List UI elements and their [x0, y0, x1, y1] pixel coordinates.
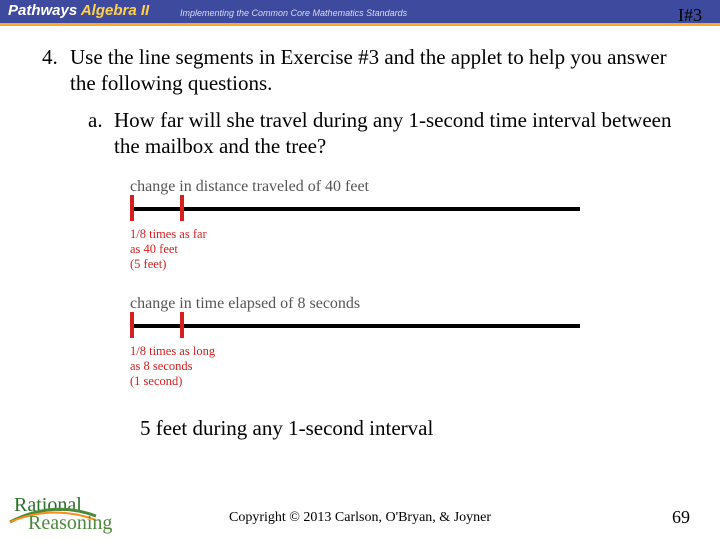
question-4-number: 4. — [42, 44, 70, 97]
time-tick-start — [130, 312, 134, 338]
page-number: 69 — [672, 507, 690, 528]
header-subtitle: Implementing the Common Core Mathematics… — [180, 8, 407, 18]
question-4a: a. How far will she travel during any 1-… — [88, 107, 690, 160]
header-bar: Pathways Algebra II Implementing the Com… — [0, 0, 720, 26]
answer-text: 5 feet during any 1-second interval — [140, 415, 690, 441]
distance-hline — [130, 207, 580, 211]
question-4a-text: How far will she travel during any 1-sec… — [114, 107, 690, 160]
brand: Pathways Algebra II — [8, 2, 149, 19]
question-4: 4. Use the line segments in Exercise #3 … — [42, 44, 690, 97]
time-label: change in time elapsed of 8 seconds — [130, 294, 600, 314]
time-small-l3: (1 second) — [130, 374, 182, 388]
time-small-label: 1/8 times as long as 8 seconds (1 second… — [130, 344, 600, 389]
time-small-l1: 1/8 times as long — [130, 344, 215, 358]
time-tick-small — [180, 312, 184, 338]
dist-small-l3: (5 feet) — [130, 257, 166, 271]
dist-small-l2: as 40 feet — [130, 242, 178, 256]
content-area: 4. Use the line segments in Exercise #3 … — [0, 26, 720, 441]
diagram: change in distance traveled of 40 feet 1… — [130, 177, 600, 389]
brand-prefix: Pathways — [8, 2, 81, 19]
header-divider — [0, 23, 720, 26]
question-4a-number: a. — [88, 107, 114, 160]
dist-small-l1: 1/8 times as far — [130, 227, 207, 241]
brand-suffix: Algebra II — [81, 2, 149, 19]
distance-tick-start — [130, 195, 134, 221]
distance-label: change in distance traveled of 40 feet — [130, 177, 600, 197]
time-line — [130, 316, 600, 336]
time-small-l2: as 8 seconds — [130, 359, 193, 373]
question-4-text: Use the line segments in Exercise #3 and… — [70, 44, 690, 97]
distance-line — [130, 199, 600, 219]
distance-tick-small — [180, 195, 184, 221]
distance-small-label: 1/8 times as far as 40 feet (5 feet) — [130, 227, 600, 272]
page-reference: I#3 — [678, 5, 702, 26]
time-hline — [130, 324, 580, 328]
copyright: Copyright © 2013 Carlson, O'Bryan, & Joy… — [0, 510, 720, 526]
